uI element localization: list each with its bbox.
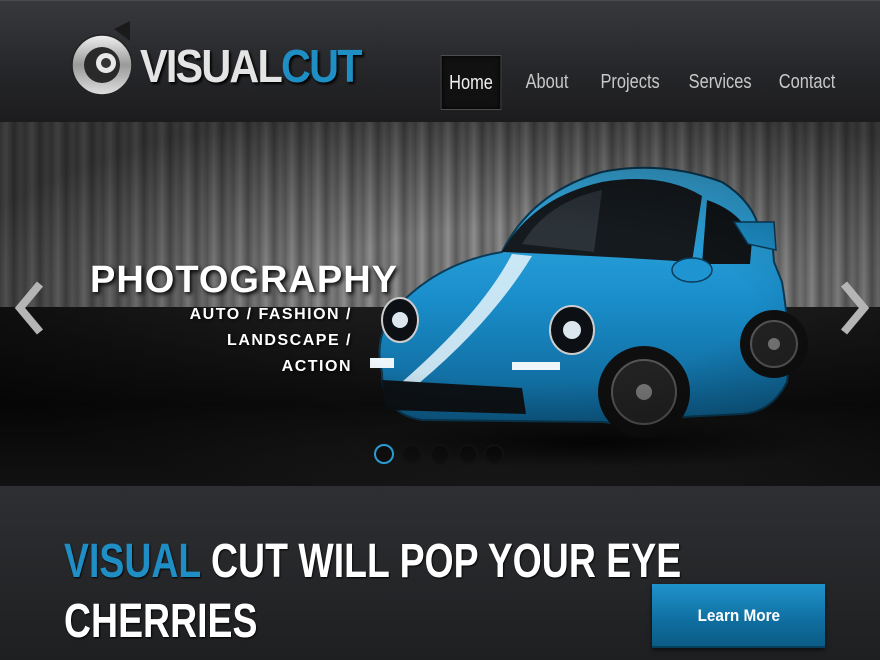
slide-subtitle-line2: ACTION <box>281 358 352 375</box>
logo-wordmark: VISUALCUT <box>140 40 363 92</box>
nav-home[interactable]: Home <box>440 55 502 110</box>
logo-word-cut: CUT <box>281 40 362 92</box>
site-header: VISUALCUT Home About Projects Services C… <box>0 0 880 122</box>
nav-projects[interactable]: Projects <box>600 55 659 110</box>
logo[interactable]: VISUALCUT <box>70 17 370 109</box>
promo-headline: VISUAL CUT WILL POP YOUR EYE CHERRIES <box>64 532 681 652</box>
slide-dot-5[interactable] <box>484 444 504 464</box>
chevron-right-icon[interactable] <box>834 280 874 336</box>
slide-subtitle-line1: AUTO / FASHION / LANDSCAPE / <box>189 306 352 349</box>
learn-more-button[interactable]: Learn More <box>652 584 825 648</box>
slide-dot-3[interactable] <box>430 444 450 464</box>
logo-word-visual: VISUAL <box>140 40 283 92</box>
promo-headline-accent: VISUAL <box>64 535 201 588</box>
promo-headline-rest: CUT WILL POP YOUR EYE <box>200 535 682 588</box>
chevron-left-icon[interactable] <box>10 280 50 336</box>
hero-slider: PHOTOGRAPHY AUTO / FASHION / LANDSCAPE /… <box>0 122 880 486</box>
promo-section: VISUAL CUT WILL POP YOUR EYE CHERRIES Le… <box>0 486 880 660</box>
slide-caption: PHOTOGRAPHY AUTO / FASHION / LANDSCAPE /… <box>90 259 399 380</box>
promo-headline-line2: CHERRIES <box>64 595 258 648</box>
slide-dot-4[interactable] <box>458 444 478 464</box>
learn-more-label: Learn More <box>697 606 780 625</box>
slide-title: PHOTOGRAPHY <box>90 259 399 301</box>
slide-dot-1[interactable] <box>374 444 394 464</box>
camera-lens-logo-icon <box>71 21 133 96</box>
nav-about[interactable]: About <box>523 55 571 110</box>
nav-contact[interactable]: Contact <box>778 55 836 110</box>
nav-services[interactable]: Services <box>689 55 752 110</box>
slide-dot-2[interactable] <box>402 444 422 464</box>
